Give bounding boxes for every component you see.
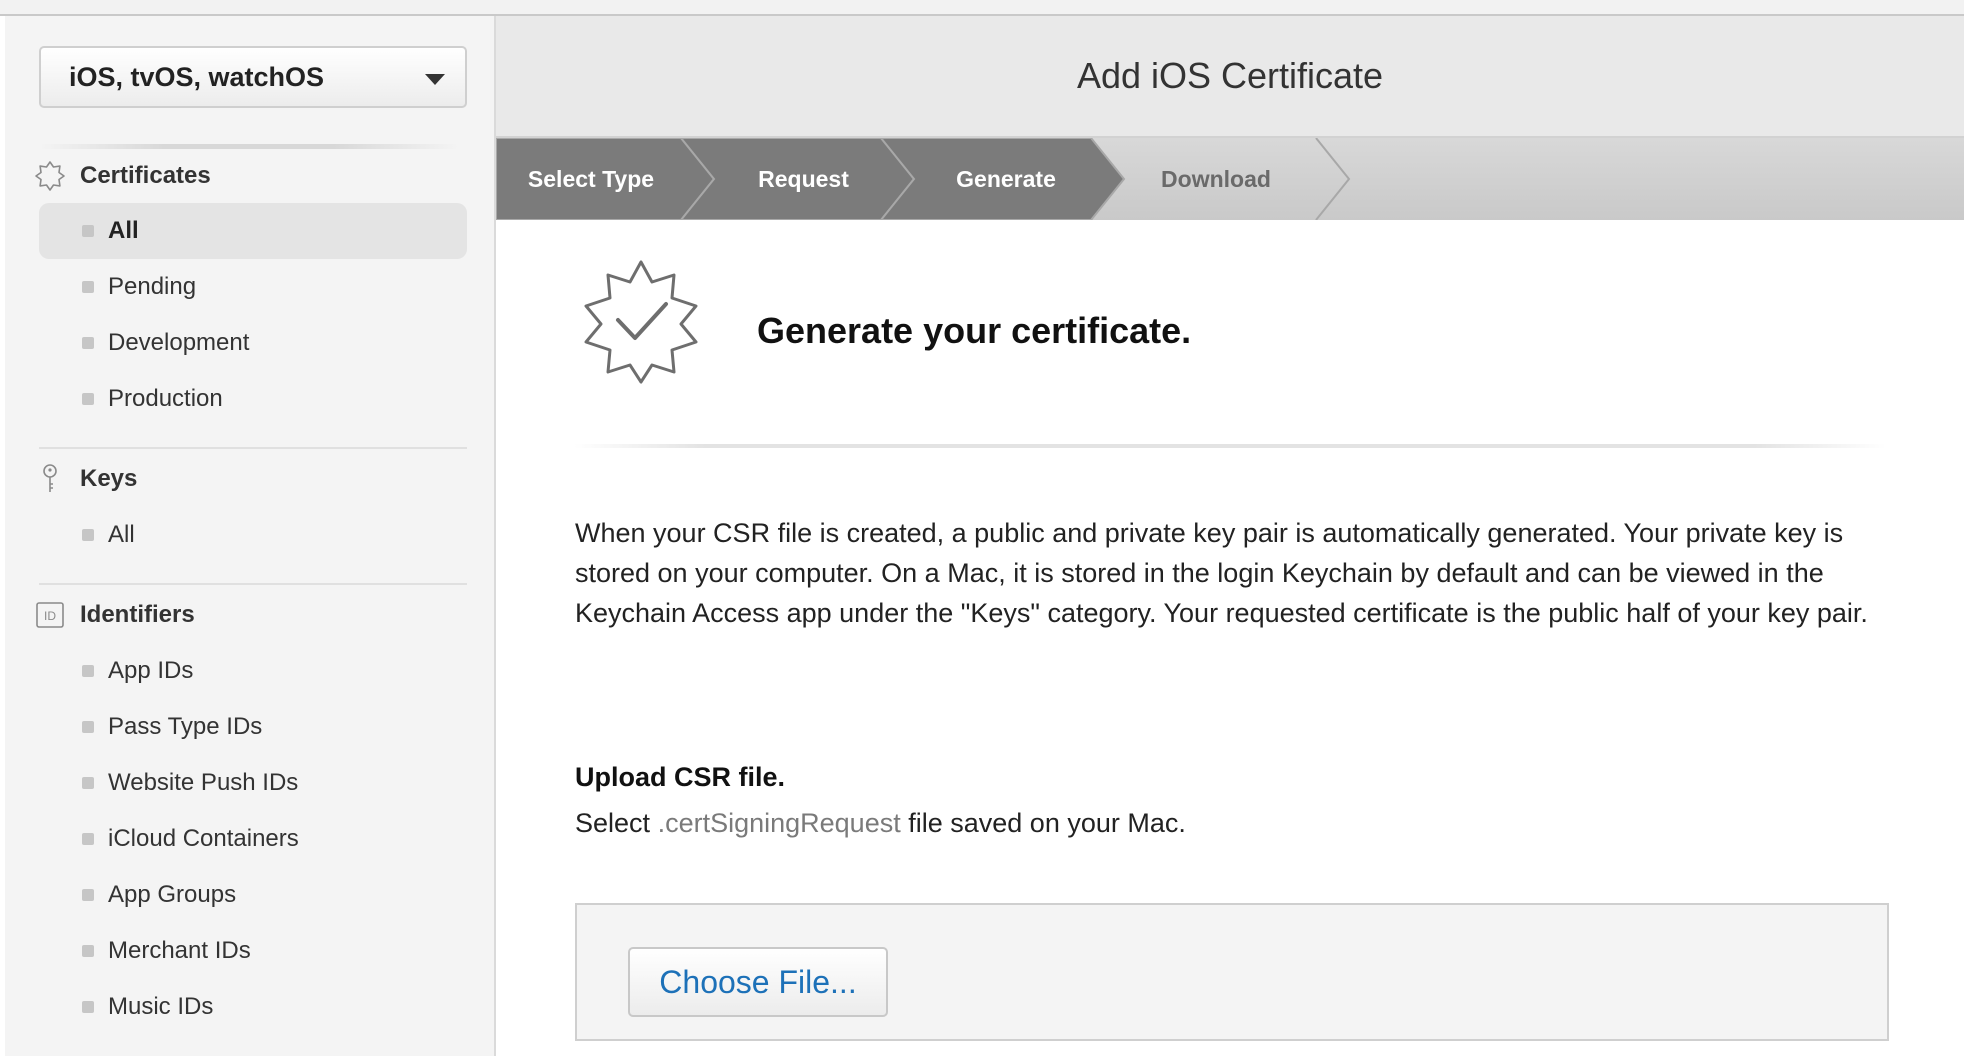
sidebar-item-label: App IDs [108,657,194,684]
bullet [82,393,94,405]
step-progress-bar: Select Type Request Generate Download [496,138,1964,220]
content-description: When your CSR file is created, a public … [575,518,1868,628]
sidebar-item-app-ids[interactable]: App IDs [39,643,467,699]
section-title-keys: Keys [80,465,138,492]
sidebar-item-label: Merchant IDs [108,937,251,964]
bullet [82,665,94,677]
content-divider [574,444,1886,448]
key-icon [34,463,66,495]
sidebar-item-certificates-pending[interactable]: Pending [39,259,467,315]
step-request[interactable]: Request [711,138,896,220]
bullet [82,833,94,845]
sidebar-item-label: iCloud Containers [108,825,299,852]
section-certificates[interactable]: Certificates [34,156,211,196]
bullet [82,889,94,901]
upload-instructions-suffix: file saved on your Mac. [908,808,1186,838]
page-title: Add iOS Certificate [1076,55,1384,96]
upload-title: Upload CSR file. [575,762,786,792]
sidebar-item-music-ids[interactable]: Music IDs [39,979,467,1035]
sidebar-item-merchant-ids[interactable]: Merchant IDs [39,923,467,979]
sidebar-item-label: Development [108,329,250,356]
upload-instructions-prefix: Select [575,808,651,838]
section-title-identifiers: Identifiers [80,601,195,628]
bullet [82,777,94,789]
bullet [82,281,94,293]
browser-top-strip [0,0,1964,16]
sidebar-item-label: All [108,217,139,244]
step-generate[interactable]: Generate [911,138,1101,220]
sidebar-item-label: App Groups [108,881,237,908]
sidebar-item-keys-all[interactable]: All [39,507,467,563]
bullet [82,225,94,237]
upload-instructions: Select .certSigningRequest file saved on… [575,808,1186,839]
sidebar-item-label: Pending [108,273,197,300]
platform-select[interactable]: iOS, tvOS, watchOS [39,46,467,108]
certificate-badge-icon [34,160,66,192]
bullet [82,721,94,733]
platform-select-value: iOS, tvOS, watchOS [69,62,325,92]
sidebar-item-label: Pass Type IDs [108,713,263,740]
id-icon-text: ID [44,609,56,623]
certificate-badge-check-icon [578,258,704,384]
sidebar-item-certificates-production[interactable]: Production [39,371,467,427]
step-download[interactable]: Download [1121,138,1311,220]
sidebar-item-certificates-all[interactable]: All [39,203,467,259]
sidebar-item-website-push-ids[interactable]: Website Push IDs [39,755,467,811]
upload-panel: Choose File... [575,903,1889,1041]
bullet [82,337,94,349]
sidebar-divider [39,583,467,585]
bullet [82,529,94,541]
step-select-type[interactable]: Select Type [496,138,686,220]
chevron-down-icon [425,74,445,85]
sidebar-item-certificates-development[interactable]: Development [39,315,467,371]
content-heading: Generate your certificate. [757,310,1192,351]
bullet [82,1001,94,1013]
sidebar-item-label: Production [108,385,223,412]
step-shape-download [1315,138,1351,220]
section-title-certificates: Certificates [80,162,211,189]
section-keys[interactable]: Keys [34,459,137,499]
sidebar-item-label: All [108,521,135,548]
sidebar-item-label: Website Push IDs [108,769,299,796]
file-extension-text: .certSigningRequest [657,808,901,838]
id-icon: ID [34,599,66,631]
sidebar-divider [39,144,459,149]
sidebar-item-app-groups[interactable]: App Groups [39,867,467,923]
sidebar-item-icloud-containers[interactable]: iCloud Containers [39,811,467,867]
section-identifiers[interactable]: ID Identifiers [34,595,195,635]
sidebar-item-pass-type-ids[interactable]: Pass Type IDs [39,699,467,755]
main-header: Add iOS Certificate [496,16,1964,138]
sidebar-divider [39,447,467,449]
choose-file-button[interactable]: Choose File... [628,947,888,1017]
sidebar: iOS, tvOS, watchOS Certificates All Pend… [5,16,496,1056]
bullet [82,945,94,957]
sidebar-item-label: Music IDs [108,993,214,1020]
